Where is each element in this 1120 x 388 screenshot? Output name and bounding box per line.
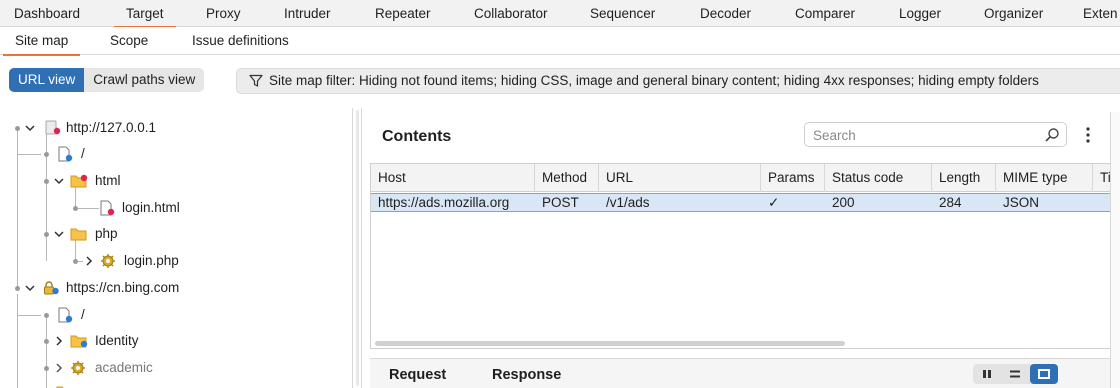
column-url[interactable]: URL [599, 164, 761, 192]
rows-layout-icon [1010, 370, 1020, 378]
column-params[interactable]: Params [761, 164, 825, 192]
site-map-tree: http://127.0.0.1 / html login.html php l… [0, 108, 352, 388]
chevron-down-icon[interactable] [53, 175, 65, 187]
file-blue-icon [58, 307, 73, 323]
column-status-code[interactable]: Status code [825, 164, 932, 192]
tab-comparer[interactable]: Comparer [795, 0, 855, 27]
column-method[interactable]: Method [535, 164, 599, 192]
chevron-down-icon[interactable] [24, 282, 36, 294]
tree-node-html[interactable]: html [95, 173, 121, 189]
tab-logger[interactable]: Logger [899, 0, 941, 27]
column-mime-type[interactable]: MIME type [996, 164, 1093, 192]
contents-title: Contents [382, 128, 452, 145]
tab-organizer[interactable]: Organizer [984, 0, 1043, 27]
cell-length: 284 [939, 195, 962, 210]
right-edge-panel [1110, 112, 1120, 388]
tab-collaborator[interactable]: Collaborator [474, 0, 548, 27]
folder-blue-icon [70, 335, 88, 348]
folder-icon [56, 386, 64, 388]
tree-node-root-1[interactable]: / [81, 146, 85, 162]
tab-request[interactable]: Request [389, 367, 446, 383]
contents-table: Host Method URL Params Status code Lengt… [370, 163, 1115, 349]
single-layout-icon [1038, 369, 1050, 379]
tab-dashboard[interactable]: Dashboard [14, 0, 80, 27]
cell-host: https://ads.mozilla.org [378, 195, 510, 210]
search-box[interactable] [804, 122, 1067, 147]
tree-node-login-html[interactable]: login.html [122, 200, 180, 216]
cell-mime-type: JSON [1003, 195, 1040, 210]
column-length[interactable]: Length [932, 164, 996, 192]
tabbed-layout-button[interactable] [1030, 364, 1058, 384]
tree-node-academic[interactable]: academic [95, 360, 153, 376]
more-options-icon[interactable] [1084, 126, 1092, 144]
cell-params: ✓ [768, 195, 780, 210]
cell-url: /v1/ads [606, 195, 650, 210]
tree-node-host-127[interactable]: http://127.0.0.1 [66, 120, 156, 136]
tab-response[interactable]: Response [492, 367, 561, 383]
split-horizontal-button[interactable] [1001, 364, 1029, 384]
tree-node-identity[interactable]: Identity [95, 333, 139, 349]
layout-toggle [973, 364, 1058, 384]
tab-site-map[interactable]: Site map [2, 27, 81, 56]
tab-decoder[interactable]: Decoder [700, 0, 751, 27]
host-icon [45, 120, 61, 135]
site-map-filter-bar[interactable]: Site map filter: Hiding not found items;… [236, 68, 1120, 94]
tree-node-root-2[interactable]: / [81, 307, 85, 323]
tab-proxy[interactable]: Proxy [206, 0, 241, 27]
gear-icon [101, 254, 115, 268]
tree-node-host-bing[interactable]: https://cn.bing.com [66, 280, 179, 296]
split-vertical-button[interactable] [973, 364, 1001, 384]
cell-status-code: 200 [832, 195, 855, 210]
tab-repeater[interactable]: Repeater [375, 0, 431, 27]
cell-method: POST [542, 195, 579, 210]
folder-red-icon [70, 174, 88, 188]
tab-sequencer[interactable]: Sequencer [590, 0, 655, 27]
tree-node-login-php[interactable]: login.php [124, 253, 179, 269]
tree-node-php[interactable]: php [95, 226, 118, 242]
table-row[interactable]: https://ads.mozilla.org POST /v1/ads ✓ 2… [371, 193, 1115, 212]
tab-extensions[interactable]: Exten [1083, 0, 1118, 27]
tab-intruder[interactable]: Intruder [284, 0, 331, 27]
crawl-paths-view-button[interactable]: Crawl paths view [84, 68, 204, 92]
search-input[interactable] [813, 126, 1033, 144]
chevron-right-icon[interactable] [53, 362, 65, 374]
folder-icon [70, 228, 87, 241]
file-red-icon [100, 200, 115, 216]
contents-panel: Contents Host Method URL Params Status c… [370, 112, 1120, 388]
secure-host-icon [44, 281, 59, 295]
column-host[interactable]: Host [371, 164, 535, 192]
view-toggle: URL view Crawl paths view [9, 68, 205, 92]
chevron-right-icon[interactable] [53, 335, 65, 347]
tab-target[interactable]: Target [114, 0, 175, 28]
tab-issue-definitions[interactable]: Issue definitions [192, 27, 289, 55]
pane-splitter[interactable] [352, 108, 362, 388]
filter-icon [249, 74, 263, 87]
target-sub-tab-bar: Site map Scope Issue definitions [0, 27, 1120, 56]
filter-text: Site map filter: Hiding not found items;… [269, 73, 1039, 88]
pause-layout-icon [983, 370, 991, 378]
tree-scrollbar[interactable] [356, 110, 359, 386]
main-tab-bar: Dashboard Target Proxy Intruder Repeater… [0, 0, 1120, 28]
chevron-right-icon[interactable] [83, 255, 95, 267]
chevron-down-icon[interactable] [24, 122, 36, 134]
file-blue-icon [58, 146, 73, 162]
table-horizontal-scrollbar[interactable] [375, 341, 845, 346]
gear-icon [71, 361, 85, 375]
search-icon[interactable] [1044, 127, 1060, 143]
table-header: Host Method URL Params Status code Lengt… [371, 164, 1115, 192]
chevron-down-icon[interactable] [53, 228, 65, 240]
url-view-button[interactable]: URL view [9, 68, 85, 92]
tab-scope[interactable]: Scope [110, 27, 148, 55]
